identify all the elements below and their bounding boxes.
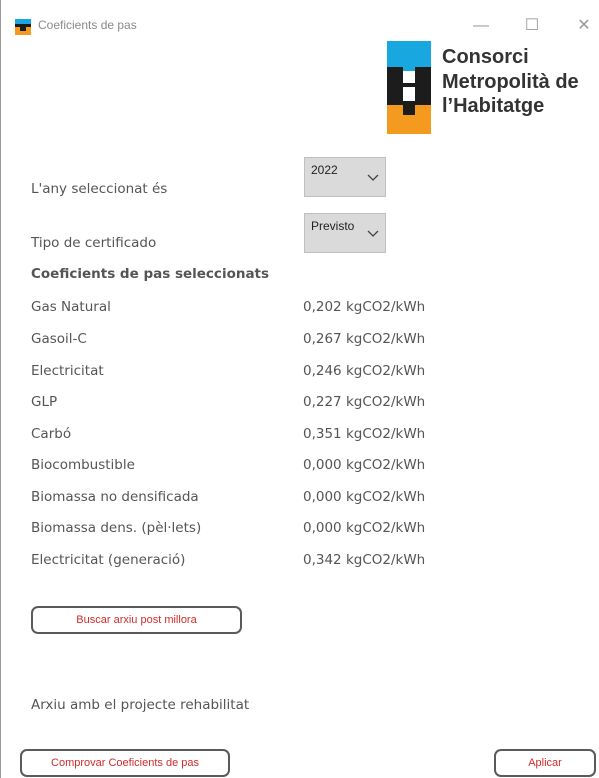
logo-text-line3: l’Habitatge (442, 95, 545, 117)
maximize-button[interactable]: ☐ (521, 16, 543, 36)
coef-name-biomassa-pellets: Biomassa dens. (pèl·lets) (31, 520, 202, 536)
coefficients-heading: Coeficients de pas seleccionats (31, 266, 270, 282)
coef-name-glp: GLP (31, 394, 58, 410)
chevron-down-icon (367, 174, 379, 181)
coef-name-electricitat-generacio: Electricitat (generació) (31, 552, 186, 568)
coef-value-carbo: 0,351 kgCO2/kWh (303, 426, 426, 442)
year-label: L'any seleccionat és (31, 181, 168, 197)
certificate-select[interactable]: Previsto (304, 213, 386, 253)
coef-name-biocombustible: Biocombustible (31, 457, 135, 473)
coef-value-biocombustible: 0,000 kgCO2/kWh (303, 457, 426, 473)
coef-name-electricitat: Electricitat (31, 363, 104, 379)
minimize-button[interactable]: — (470, 16, 492, 36)
coef-value-biomassa-no-densificada: 0,000 kgCO2/kWh (303, 489, 426, 505)
apply-button[interactable]: Aplicar (494, 749, 596, 777)
file-label: Arxiu amb el projecte rehabilitat (31, 697, 250, 713)
coef-value-electricitat-generacio: 0,342 kgCO2/kWh (303, 552, 426, 568)
certificate-label: Tipo de certificado (31, 235, 157, 251)
coef-value-electricitat: 0,246 kgCO2/kWh (303, 363, 426, 379)
chevron-down-icon (367, 230, 379, 237)
coef-value-glp: 0,227 kgCO2/kWh (303, 394, 426, 410)
search-file-button[interactable]: Buscar arxiu post millora (31, 606, 242, 634)
coef-name-carbo: Carbó (31, 426, 72, 442)
logo-text-line1: Consorci (442, 46, 529, 68)
coef-value-biomassa-pellets: 0,000 kgCO2/kWh (303, 520, 426, 536)
check-coefficients-button[interactable]: Comprovar Coeficients de pas (20, 749, 230, 777)
coef-name-gas-natural: Gas Natural (31, 299, 111, 315)
year-select[interactable]: 2022 (304, 157, 386, 197)
logo-text-line2: Metropolità de (442, 71, 579, 93)
window-title: Coeficients de pas (38, 18, 137, 32)
consorci-logo-icon (387, 41, 431, 134)
certificate-select-value: Previsto (311, 219, 355, 233)
coef-name-gasoil-c: Gasoil-C (31, 331, 87, 347)
window-left-border (0, 0, 1, 778)
coef-name-biomassa-no-densificada: Biomassa no densificada (31, 489, 199, 505)
year-select-value: 2022 (311, 163, 338, 177)
close-button[interactable]: ✕ (573, 16, 595, 36)
app-icon (15, 19, 31, 35)
coef-value-gas-natural: 0,202 kgCO2/kWh (303, 299, 426, 315)
coef-value-gasoil-c: 0,267 kgCO2/kWh (303, 331, 426, 347)
